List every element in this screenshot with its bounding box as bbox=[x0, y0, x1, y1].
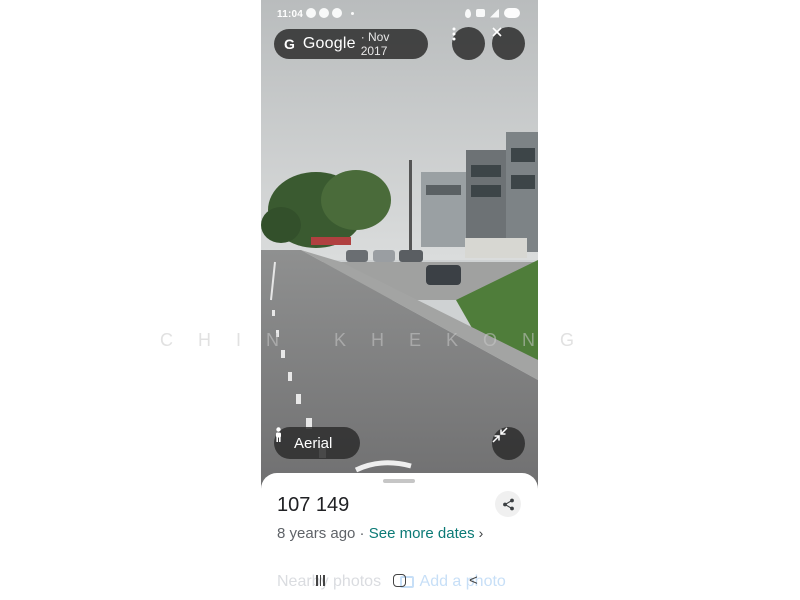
app-notification-icon bbox=[332, 8, 342, 18]
location-icon bbox=[465, 8, 471, 18]
share-icon bbox=[502, 498, 514, 510]
sheet-drag-handle[interactable] bbox=[383, 479, 415, 483]
google-g-icon: G bbox=[284, 36, 295, 52]
status-bar: 11:04 bbox=[261, 0, 538, 30]
battery-icon bbox=[504, 8, 520, 18]
whatsapp-icon bbox=[306, 8, 316, 18]
status-time: 11:04 bbox=[277, 9, 304, 20]
chevron-right-icon[interactable]: › bbox=[479, 525, 484, 541]
plus-code: 107 149 bbox=[277, 494, 350, 516]
imagery-source-pill[interactable]: G Google · Nov 2017 bbox=[274, 29, 428, 59]
street-view-image[interactable]: 11:04 G Google · Nov 2017 Aerial bbox=[261, 0, 538, 495]
message-icon bbox=[476, 9, 485, 17]
capture-date: · Nov 2017 bbox=[360, 30, 390, 58]
recent-apps-icon[interactable] bbox=[316, 575, 325, 586]
bottom-sheet[interactable]: 107 149 8 years ago · See more dates › Ne… bbox=[261, 473, 538, 600]
phone-screen: 11:04 G Google · Nov 2017 Aerial 107 149… bbox=[261, 0, 538, 600]
signal-icon bbox=[490, 8, 499, 18]
watermark: CHIN KHEKONG bbox=[160, 330, 600, 350]
system-icons bbox=[465, 8, 520, 18]
system-nav-bar: < bbox=[261, 566, 538, 596]
see-more-dates-link[interactable]: See more dates bbox=[369, 525, 475, 542]
close-button[interactable] bbox=[492, 27, 525, 60]
more-vert-icon bbox=[452, 27, 456, 41]
street-scene bbox=[261, 0, 538, 495]
home-icon[interactable] bbox=[393, 574, 406, 587]
close-icon bbox=[492, 27, 502, 37]
imagery-meta: 8 years ago · See more dates › bbox=[277, 525, 483, 542]
pegman-icon bbox=[276, 427, 281, 442]
back-icon[interactable]: < bbox=[469, 572, 478, 589]
imagery-age: 8 years ago bbox=[277, 525, 356, 542]
collapse-view-button[interactable] bbox=[492, 427, 525, 460]
more-notifications-dot-icon bbox=[351, 12, 354, 15]
notification-icons bbox=[306, 8, 354, 18]
aerial-label: Aerial bbox=[294, 434, 333, 452]
more-options-button[interactable] bbox=[452, 27, 485, 60]
meta-separator: · bbox=[355, 525, 369, 542]
aerial-view-button[interactable]: Aerial bbox=[274, 427, 360, 459]
imagery-brand: Google bbox=[302, 35, 356, 52]
share-button[interactable] bbox=[495, 491, 521, 517]
collapse-icon bbox=[492, 427, 508, 443]
app-notification-icon bbox=[319, 8, 329, 18]
